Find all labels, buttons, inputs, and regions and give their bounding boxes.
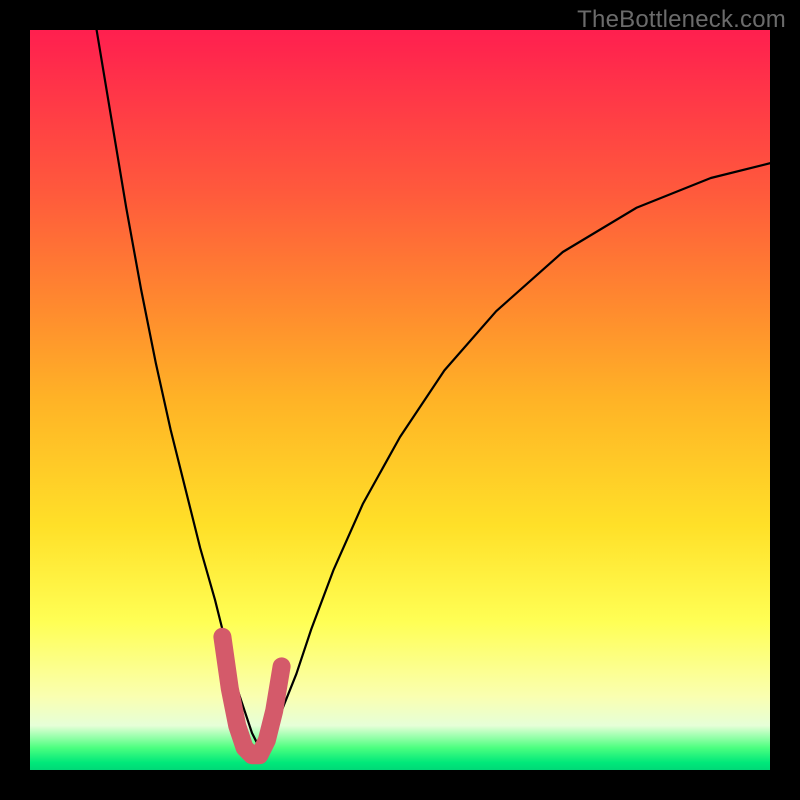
- watermark-label: TheBottleneck.com: [577, 6, 786, 34]
- sweet-spot-highlight: [222, 637, 281, 755]
- curve-svg: [30, 30, 770, 770]
- plot-area: [30, 30, 770, 770]
- bottleneck-curve: [97, 30, 770, 748]
- chart-frame: TheBottleneck.com: [0, 0, 800, 800]
